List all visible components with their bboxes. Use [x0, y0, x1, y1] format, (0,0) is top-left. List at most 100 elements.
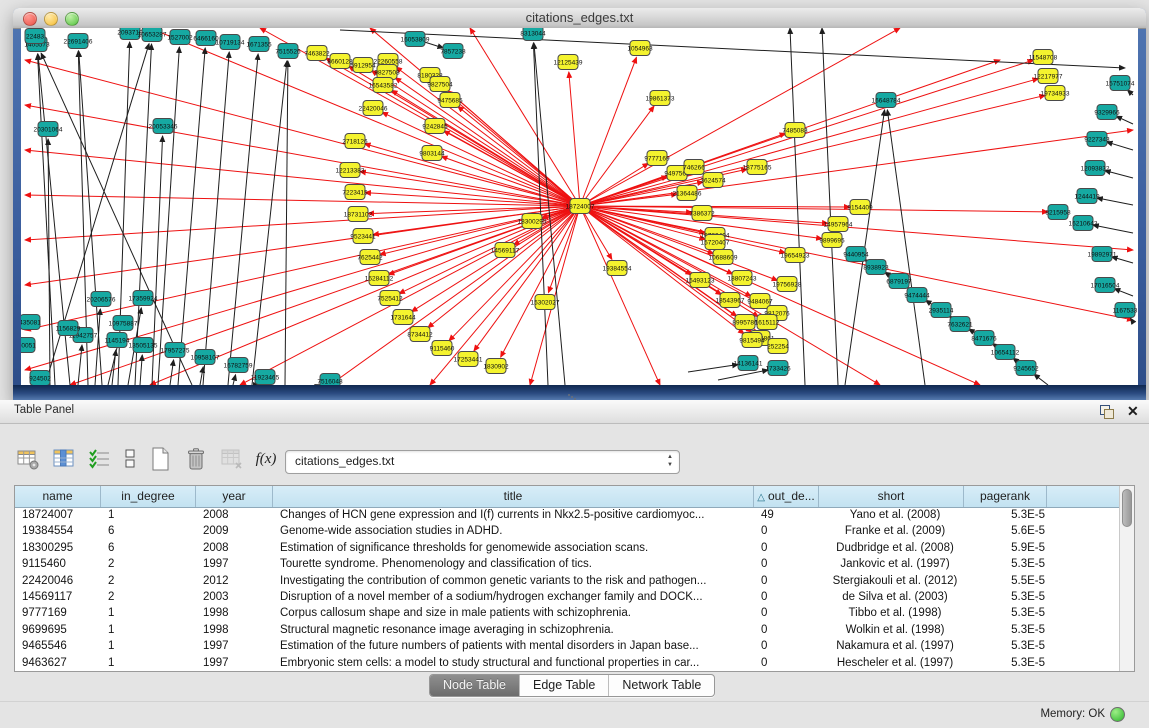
graph-node[interactable]: 14136141: [734, 356, 763, 371]
table-cell[interactable]: Structural magnetic resonance image aver…: [273, 622, 754, 638]
table-cell[interactable]: Hescheler et al. (1997): [819, 655, 964, 671]
table-cell[interactable]: 5.3E-5: [964, 638, 1047, 654]
table-cell[interactable]: Stergiakouli et al. (2012): [819, 573, 964, 589]
graph-node[interactable]: 9115460: [430, 341, 455, 356]
graph-node[interactable]: 10654112: [991, 345, 1020, 360]
table-cell[interactable]: Tourette syndrome. Phenomenology and cla…: [273, 556, 754, 572]
graph-node[interactable]: 252254: [767, 339, 789, 354]
table-row[interactable]: 1938455462009Genome-wide association stu…: [15, 523, 1120, 539]
table-row[interactable]: 969969511998Structural magnetic resonanc…: [15, 622, 1120, 638]
table-cell[interactable]: 2008: [196, 540, 273, 556]
table-cell[interactable]: Estimation of the future numbers of pati…: [273, 638, 754, 654]
column-header-in_degree[interactable]: in_degree: [101, 486, 196, 507]
graph-node[interactable]: 7857238: [440, 44, 466, 59]
graph-node[interactable]: 16284112: [365, 271, 394, 286]
table-cell[interactable]: 6: [101, 540, 196, 556]
graph-node[interactable]: 924502: [29, 371, 51, 386]
show-columns-icon[interactable]: [50, 445, 78, 473]
graph-node[interactable]: 9803144: [419, 146, 445, 161]
graph-node[interactable]: 9474444: [904, 288, 930, 303]
graph-node[interactable]: 20301064: [34, 122, 63, 137]
graph-node[interactable]: 12217977: [1034, 69, 1063, 84]
table-cell[interactable]: 1997: [196, 638, 273, 654]
table-cell[interactable]: 0: [754, 589, 819, 605]
table-cell[interactable]: 9777169: [15, 605, 101, 621]
table-cell[interactable]: Dudbridge et al. (2008): [819, 540, 964, 556]
delete-table-icon[interactable]: [182, 445, 210, 473]
close-panel-button[interactable]: ✕: [1127, 402, 1139, 420]
graph-node[interactable]: 17359924: [129, 291, 158, 306]
graph-node[interactable]: 1733426: [765, 361, 791, 376]
graph-node[interactable]: 435081: [21, 315, 41, 330]
graph-node[interactable]: 16210643: [1069, 216, 1098, 231]
graph-node[interactable]: 8215958: [1045, 205, 1071, 220]
network-canvas[interactable]: 1405573226914062093719106532871527002646…: [21, 28, 1138, 385]
graph-node[interactable]: 2718126: [342, 134, 368, 149]
graph-node[interactable]: 150051: [21, 338, 36, 353]
table-cell[interactable]: Estimation of significance thresholds fo…: [273, 540, 754, 556]
table-row[interactable]: 977716911998Corpus callosum shape and si…: [15, 605, 1120, 621]
graph-node[interactable]: 1527002: [167, 30, 193, 45]
table-row[interactable]: 2242004622012Investigating the contribut…: [15, 573, 1120, 589]
graph-node[interactable]: 7625442: [357, 250, 383, 265]
create-new-table-icon[interactable]: [146, 445, 174, 473]
graph-node[interactable]: 22691406: [64, 34, 93, 49]
graph-node[interactable]: 19734933: [1041, 86, 1070, 101]
graph-node[interactable]: 19861373: [646, 91, 675, 106]
graph-node[interactable]: 10719134: [216, 35, 245, 50]
table-cell[interactable]: 2012: [196, 573, 273, 589]
table-cell[interactable]: 5.3E-5: [964, 605, 1047, 621]
graph-node[interactable]: 7463822: [304, 46, 330, 61]
graph-node[interactable]: 16782759: [224, 358, 253, 373]
graph-node[interactable]: 18731102: [344, 207, 373, 222]
graph-node[interactable]: 7525412: [377, 291, 403, 306]
table-cell[interactable]: 22420046: [15, 573, 101, 589]
table-cell[interactable]: 1: [101, 638, 196, 654]
graph-node[interactable]: 1145194: [105, 333, 130, 348]
table-cell[interactable]: 9699695: [15, 622, 101, 638]
table-cell[interactable]: 5.3E-5: [964, 589, 1047, 605]
table-cell[interactable]: 5.3E-5: [964, 655, 1047, 671]
graph-node[interactable]: 746266: [683, 160, 705, 175]
network-selector[interactable]: citations_edges.txt ▲▼: [285, 450, 680, 474]
graph-node[interactable]: 19756928: [773, 277, 802, 292]
graph-node[interactable]: 16648784: [872, 93, 901, 108]
table-cell[interactable]: 1: [101, 655, 196, 671]
table-row[interactable]: 946554611997Estimation of the future num…: [15, 638, 1120, 654]
table-cell[interactable]: 1998: [196, 622, 273, 638]
graph-node[interactable]: 9777169: [644, 151, 670, 166]
edge-table-tab[interactable]: Edge Table: [520, 675, 609, 696]
table-cell[interactable]: 0: [754, 622, 819, 638]
graph-node[interactable]: 15751074: [1106, 76, 1135, 91]
table-cell[interactable]: 2: [101, 589, 196, 605]
graph-node[interactable]: 10688609: [709, 250, 738, 265]
column-header-pagerank[interactable]: pagerank: [964, 486, 1047, 507]
select-all-rows-icon[interactable]: [86, 445, 114, 473]
vertical-scrollbar[interactable]: [1119, 486, 1134, 671]
table-cell[interactable]: Genome-wide association studies in ADHD.: [273, 523, 754, 539]
table-cell[interactable]: 2009: [196, 523, 273, 539]
graph-node[interactable]: 12213383: [336, 163, 365, 178]
table-cell[interactable]: 0: [754, 540, 819, 556]
graph-node[interactable]: 1731644: [390, 310, 416, 325]
network-table-tab[interactable]: Network Table: [609, 675, 714, 696]
graph-node[interactable]: 12125439: [554, 55, 583, 70]
table-row[interactable]: 1872400712008Changes of HCN gene express…: [15, 507, 1120, 523]
table-row[interactable]: 1456911722003Disruption of a novel membe…: [15, 589, 1120, 605]
graph-node[interactable]: 20206576: [87, 292, 116, 307]
table-cell[interactable]: 0: [754, 638, 819, 654]
scrollbar-thumb[interactable]: [1122, 489, 1132, 527]
table-cell[interactable]: 0: [754, 556, 819, 572]
column-header-short[interactable]: short: [819, 486, 964, 507]
graph-node[interactable]: 7632621: [947, 317, 973, 332]
graph-node[interactable]: 5912954: [350, 58, 376, 73]
table-cell[interactable]: 2008: [196, 507, 273, 523]
graph-node[interactable]: 8313044: [520, 28, 546, 41]
graph-node[interactable]: 7223415: [342, 185, 368, 200]
graph-node[interactable]: 10653287: [138, 28, 167, 42]
table-cell[interactable]: 5.3E-5: [964, 507, 1047, 523]
table-cell[interactable]: Yano et al. (2008): [819, 507, 964, 523]
graph-node[interactable]: 14569117: [491, 243, 520, 258]
float-panel-button[interactable]: [1100, 405, 1113, 418]
table-cell[interactable]: 1: [101, 507, 196, 523]
